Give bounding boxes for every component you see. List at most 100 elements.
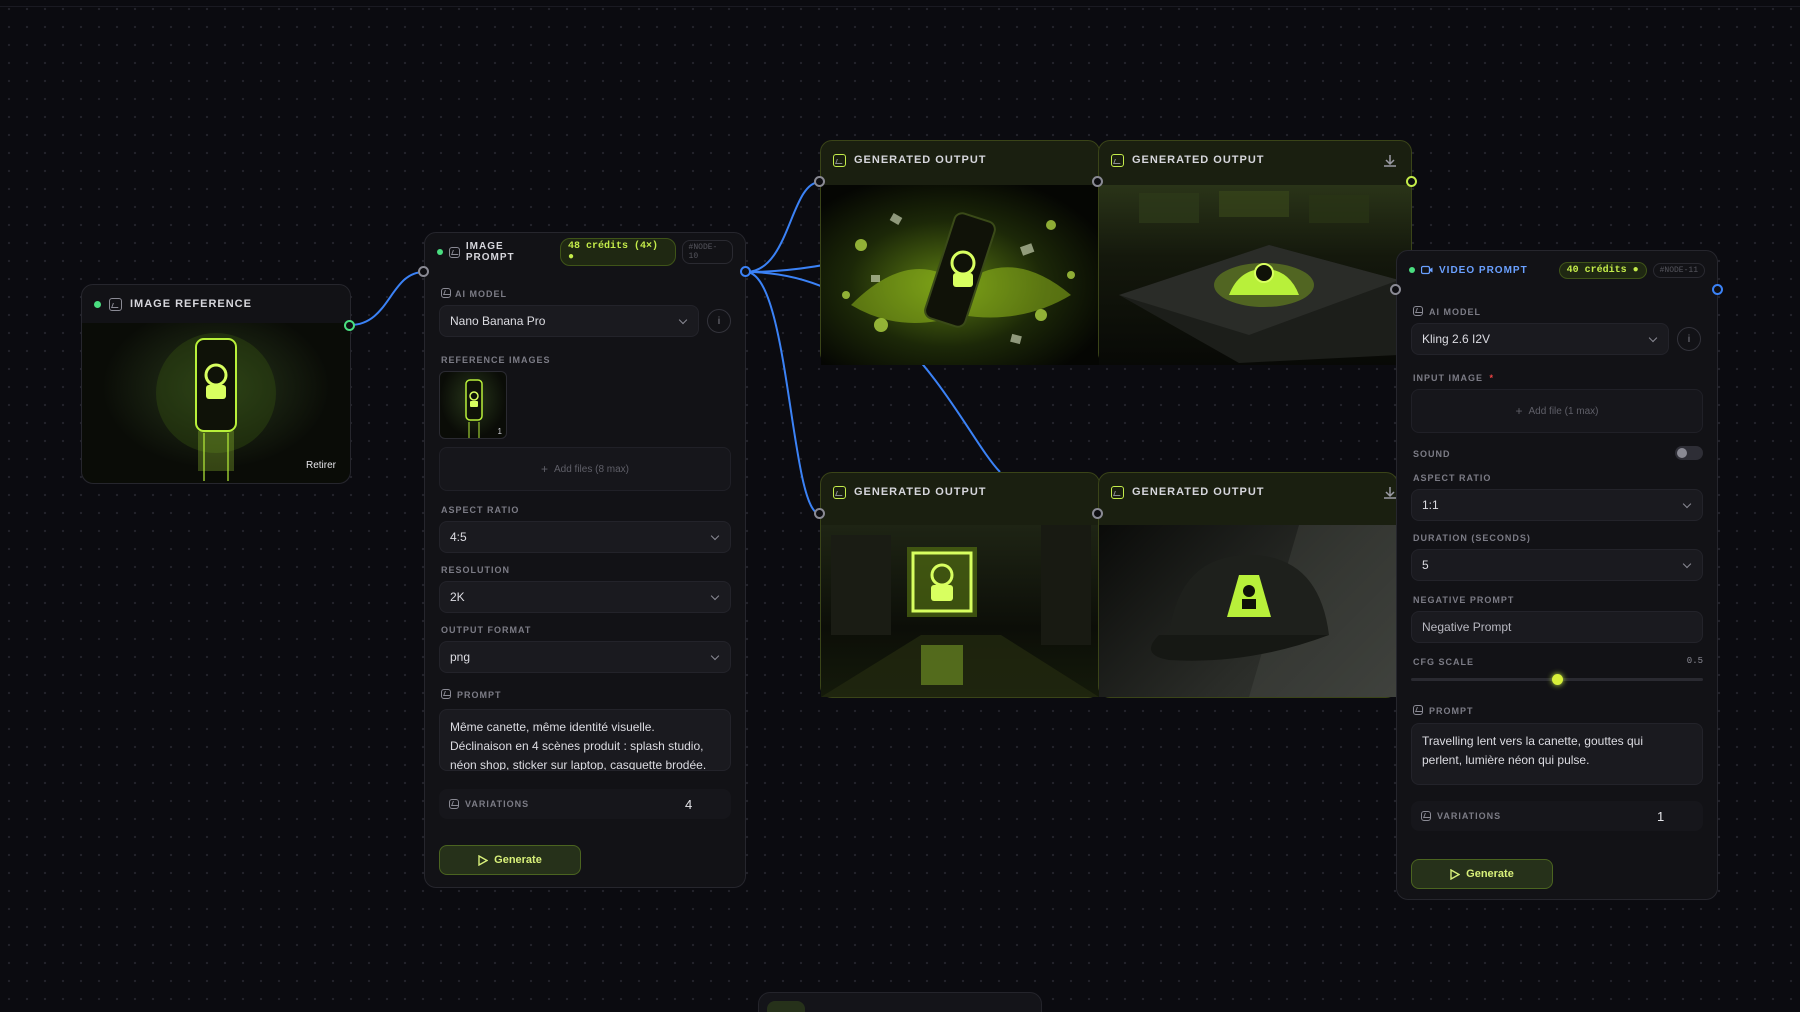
aspect-ratio-label: ASPECT RATIO [441, 505, 520, 515]
variations-row[interactable]: VARIATIONS 4 [439, 789, 731, 819]
toolbar-button[interactable] [767, 1001, 805, 1012]
credits-badge: 48 crédits (4×) ● [560, 238, 676, 266]
node-title: GENERATED OUTPUT [1132, 486, 1265, 498]
duration-select[interactable]: 5 [1411, 549, 1703, 581]
play-icon [478, 854, 489, 866]
variations-label: VARIATIONS [1437, 811, 1502, 821]
output-image-neon-shop[interactable] [821, 525, 1099, 697]
video-icon [1421, 265, 1433, 275]
credits-badge: 40 crédits ● [1558, 261, 1647, 279]
generate-button[interactable]: Generate [1411, 859, 1553, 889]
ai-model-select[interactable]: Kling 2.6 I2V [1411, 323, 1669, 355]
cfg-slider-thumb[interactable] [1552, 674, 1563, 685]
thumbnail-index: 1 [497, 427, 502, 436]
input-image-label-text: INPUT IMAGE [1413, 373, 1484, 383]
sound-toggle[interactable] [1675, 446, 1703, 460]
ai-model-value: Nano Banana Pro [450, 314, 546, 328]
prompt-textarea[interactable]: Même canette, même identité visuelle. Dé… [439, 709, 731, 771]
reference-image-preview: Retirer [82, 323, 350, 483]
output-port[interactable] [1712, 284, 1723, 295]
node-header[interactable]: GENERATED OUTPUT [821, 141, 1099, 179]
ai-model-select[interactable]: Nano Banana Pro [439, 305, 699, 337]
generate-button[interactable]: Generate [439, 845, 581, 875]
info-icon[interactable]: i [707, 309, 731, 333]
node-title: GENERATED OUTPUT [1132, 154, 1265, 166]
neon-can-image [156, 333, 276, 481]
generated-output-node-1[interactable]: GENERATED OUTPUT [820, 140, 1100, 365]
add-file-label: Add file (1 max) [1528, 405, 1599, 417]
output-image-splash[interactable] [821, 185, 1099, 365]
chevron-down-icon [1682, 499, 1692, 509]
text-icon [1413, 705, 1423, 715]
output-image-cap[interactable] [1099, 525, 1397, 697]
info-icon[interactable]: i [1677, 327, 1701, 351]
node-header[interactable]: GENERATED OUTPUT [1099, 473, 1397, 511]
neon-shop-image [821, 525, 1099, 697]
remove-button[interactable]: Retirer [306, 460, 336, 471]
negative-prompt-label: NEGATIVE PROMPT [1413, 595, 1515, 605]
generate-label: Generate [494, 854, 542, 866]
add-file-dropzone[interactable]: + Add file (1 max) [1411, 389, 1703, 433]
duration-value: 5 [1422, 558, 1429, 572]
output-image-laptop[interactable] [1099, 185, 1411, 365]
variations-row[interactable]: VARIATIONS 1 [1411, 801, 1703, 831]
variations-value[interactable]: 1 [1657, 809, 1664, 824]
cpu-icon [441, 288, 451, 298]
output-port[interactable] [1406, 176, 1417, 187]
input-port[interactable] [1092, 508, 1103, 519]
node-header[interactable]: VIDEO PROMPT 40 crédits ● #NODE-11 [1397, 251, 1717, 289]
prompt-label: PROMPT [457, 690, 502, 700]
prompt-line: Travelling lent vers la canette, gouttes… [1422, 734, 1644, 748]
output-port[interactable] [740, 266, 751, 277]
toggle-knob [1677, 448, 1687, 458]
node-header[interactable]: GENERATED OUTPUT [821, 473, 1099, 511]
node-header[interactable]: IMAGE PROMPT 48 crédits (4×) ● #NODE-10 [425, 233, 745, 271]
resolution-select[interactable]: 2K [439, 581, 731, 613]
prompt-line: Même canette, même identité visuelle. [450, 720, 655, 734]
input-port[interactable] [418, 266, 429, 277]
play-icon [1450, 868, 1461, 880]
prompt-textarea[interactable]: Travelling lent vers la canette, gouttes… [1411, 723, 1703, 785]
laptop-sticker-image [1119, 191, 1399, 363]
download-icon[interactable] [1383, 154, 1397, 168]
resolution-label: RESOLUTION [441, 565, 511, 575]
input-port[interactable] [1092, 176, 1103, 187]
image-icon [833, 153, 846, 167]
edge-ref-to-prompt [349, 271, 425, 326]
duration-label: DURATION (SECONDS) [1413, 533, 1531, 543]
node-header[interactable]: GENERATED OUTPUT [1099, 141, 1411, 179]
cfg-slider-track[interactable] [1411, 674, 1703, 685]
input-port[interactable] [814, 508, 825, 519]
aspect-ratio-select[interactable]: 4:5 [439, 521, 731, 553]
add-files-dropzone[interactable]: + Add files (8 max) [439, 447, 731, 491]
chevron-down-icon [710, 591, 720, 601]
node-title: IMAGE PROMPT [465, 241, 515, 263]
generated-output-node-2[interactable]: GENERATED OUTPUT [1098, 140, 1412, 365]
image-prompt-node[interactable]: IMAGE PROMPT 48 crédits (4×) ● #NODE-10 … [424, 232, 746, 888]
ai-model-label: AI MODEL [1429, 307, 1481, 317]
output-format-select[interactable]: png [439, 641, 731, 673]
cpu-icon [1413, 306, 1423, 316]
chevron-down-icon [678, 315, 688, 325]
node-title: IMAGE REFERENCE [130, 298, 252, 310]
node-header[interactable]: IMAGE REFERENCE [82, 285, 350, 323]
download-icon[interactable] [1383, 486, 1397, 500]
chevron-down-icon [1648, 333, 1658, 343]
negative-prompt-placeholder: Negative Prompt [1422, 620, 1512, 634]
video-prompt-node[interactable]: VIDEO PROMPT 40 crédits ● #NODE-11 AI MO… [1396, 250, 1718, 900]
generated-output-node-3[interactable]: GENERATED OUTPUT [820, 472, 1100, 698]
bottom-toolbar[interactable] [758, 992, 1042, 1012]
prompt-line: Déclinaison en 4 scènes produit : splash… [450, 739, 704, 753]
output-port[interactable] [344, 320, 355, 331]
image-reference-node[interactable]: IMAGE REFERENCE Retirer [81, 284, 351, 484]
variations-value[interactable]: 4 [685, 797, 692, 812]
status-dot [94, 300, 101, 308]
add-files-label: Add files (8 max) [553, 463, 630, 475]
negative-prompt-input[interactable]: Negative Prompt [1411, 611, 1703, 643]
generated-output-node-4[interactable]: GENERATED OUTPUT [1098, 472, 1398, 698]
chevron-down-icon [710, 651, 720, 661]
input-port[interactable] [814, 176, 825, 187]
reference-thumbnail[interactable]: 1 [439, 371, 507, 439]
aspect-ratio-select[interactable]: 1:1 [1411, 489, 1703, 521]
input-port[interactable] [1390, 284, 1401, 295]
